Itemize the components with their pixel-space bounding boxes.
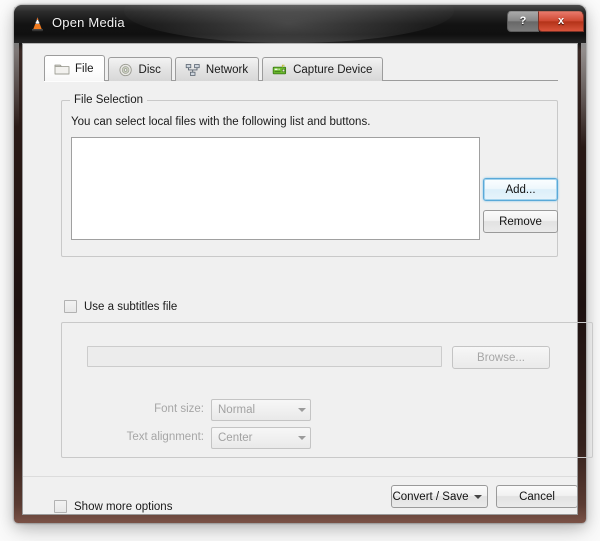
show-more-options-label: Show more options	[74, 500, 173, 513]
tab-file[interactable]: File	[44, 55, 105, 81]
browse-button[interactable]: Browse...	[452, 346, 550, 369]
tab-disc-label: Disc	[138, 63, 161, 76]
help-button[interactable]: ?	[507, 11, 539, 32]
add-button[interactable]: Add...	[483, 178, 558, 201]
title-bar[interactable]: Open Media ? x	[14, 5, 586, 43]
show-more-options-checkbox[interactable]	[54, 500, 67, 513]
use-subtitles-label: Use a subtitles file	[84, 300, 178, 313]
cancel-button[interactable]: Cancel	[496, 485, 578, 508]
file-selection-group-title: File Selection	[70, 94, 148, 106]
tab-file-label: File	[75, 62, 94, 75]
subtitles-group: Browse... Font size: Normal Text alignme…	[61, 322, 593, 458]
tab-network[interactable]: Network	[174, 57, 260, 81]
tab-disc[interactable]: Disc	[107, 57, 172, 81]
convert-save-dropdown-button[interactable]	[469, 485, 488, 508]
convert-save-button[interactable]: Convert / Save	[391, 485, 470, 508]
close-button[interactable]: x	[538, 11, 584, 32]
window-title: Open Media	[52, 15, 125, 30]
disc-icon	[118, 63, 132, 76]
folder-icon	[54, 64, 70, 74]
network-icon	[185, 63, 200, 76]
chevron-down-icon	[293, 408, 310, 412]
file-list[interactable]	[71, 137, 480, 240]
capture-card-icon	[272, 64, 287, 74]
font-size-select[interactable]: Normal	[211, 399, 311, 421]
use-subtitles-checkbox[interactable]	[64, 300, 77, 313]
tab-capture-device-label: Capture Device	[293, 63, 373, 76]
text-alignment-value: Center	[218, 432, 253, 444]
footer-separator	[23, 476, 577, 477]
text-alignment-label: Text alignment:	[126, 431, 204, 443]
remove-button[interactable]: Remove	[483, 210, 558, 233]
desktop-background: Open Media ? x File Disc Network Capture…	[0, 0, 600, 541]
use-subtitles-checkbox-row[interactable]: Use a subtitles file	[64, 300, 177, 313]
font-size-label: Font size:	[154, 403, 204, 415]
subtitle-path-input[interactable]	[87, 346, 442, 367]
text-alignment-select[interactable]: Center	[211, 427, 311, 449]
chevron-down-icon	[474, 494, 482, 499]
file-selection-hint: You can select local files with the foll…	[71, 116, 371, 128]
font-size-value: Normal	[218, 404, 256, 416]
window-frame: Open Media ? x File Disc Network Capture…	[14, 5, 593, 523]
tab-bar: File Disc Network Capture Device	[44, 55, 386, 81]
chevron-down-icon	[293, 436, 310, 440]
tab-network-label: Network	[205, 63, 249, 76]
dialog-client-area: File Disc Network Capture Device File Se…	[22, 43, 593, 515]
vlc-cone-icon	[32, 16, 43, 32]
show-more-options-checkbox-row[interactable]: Show more options	[54, 500, 172, 513]
tab-capture-device[interactable]: Capture Device	[262, 57, 384, 81]
